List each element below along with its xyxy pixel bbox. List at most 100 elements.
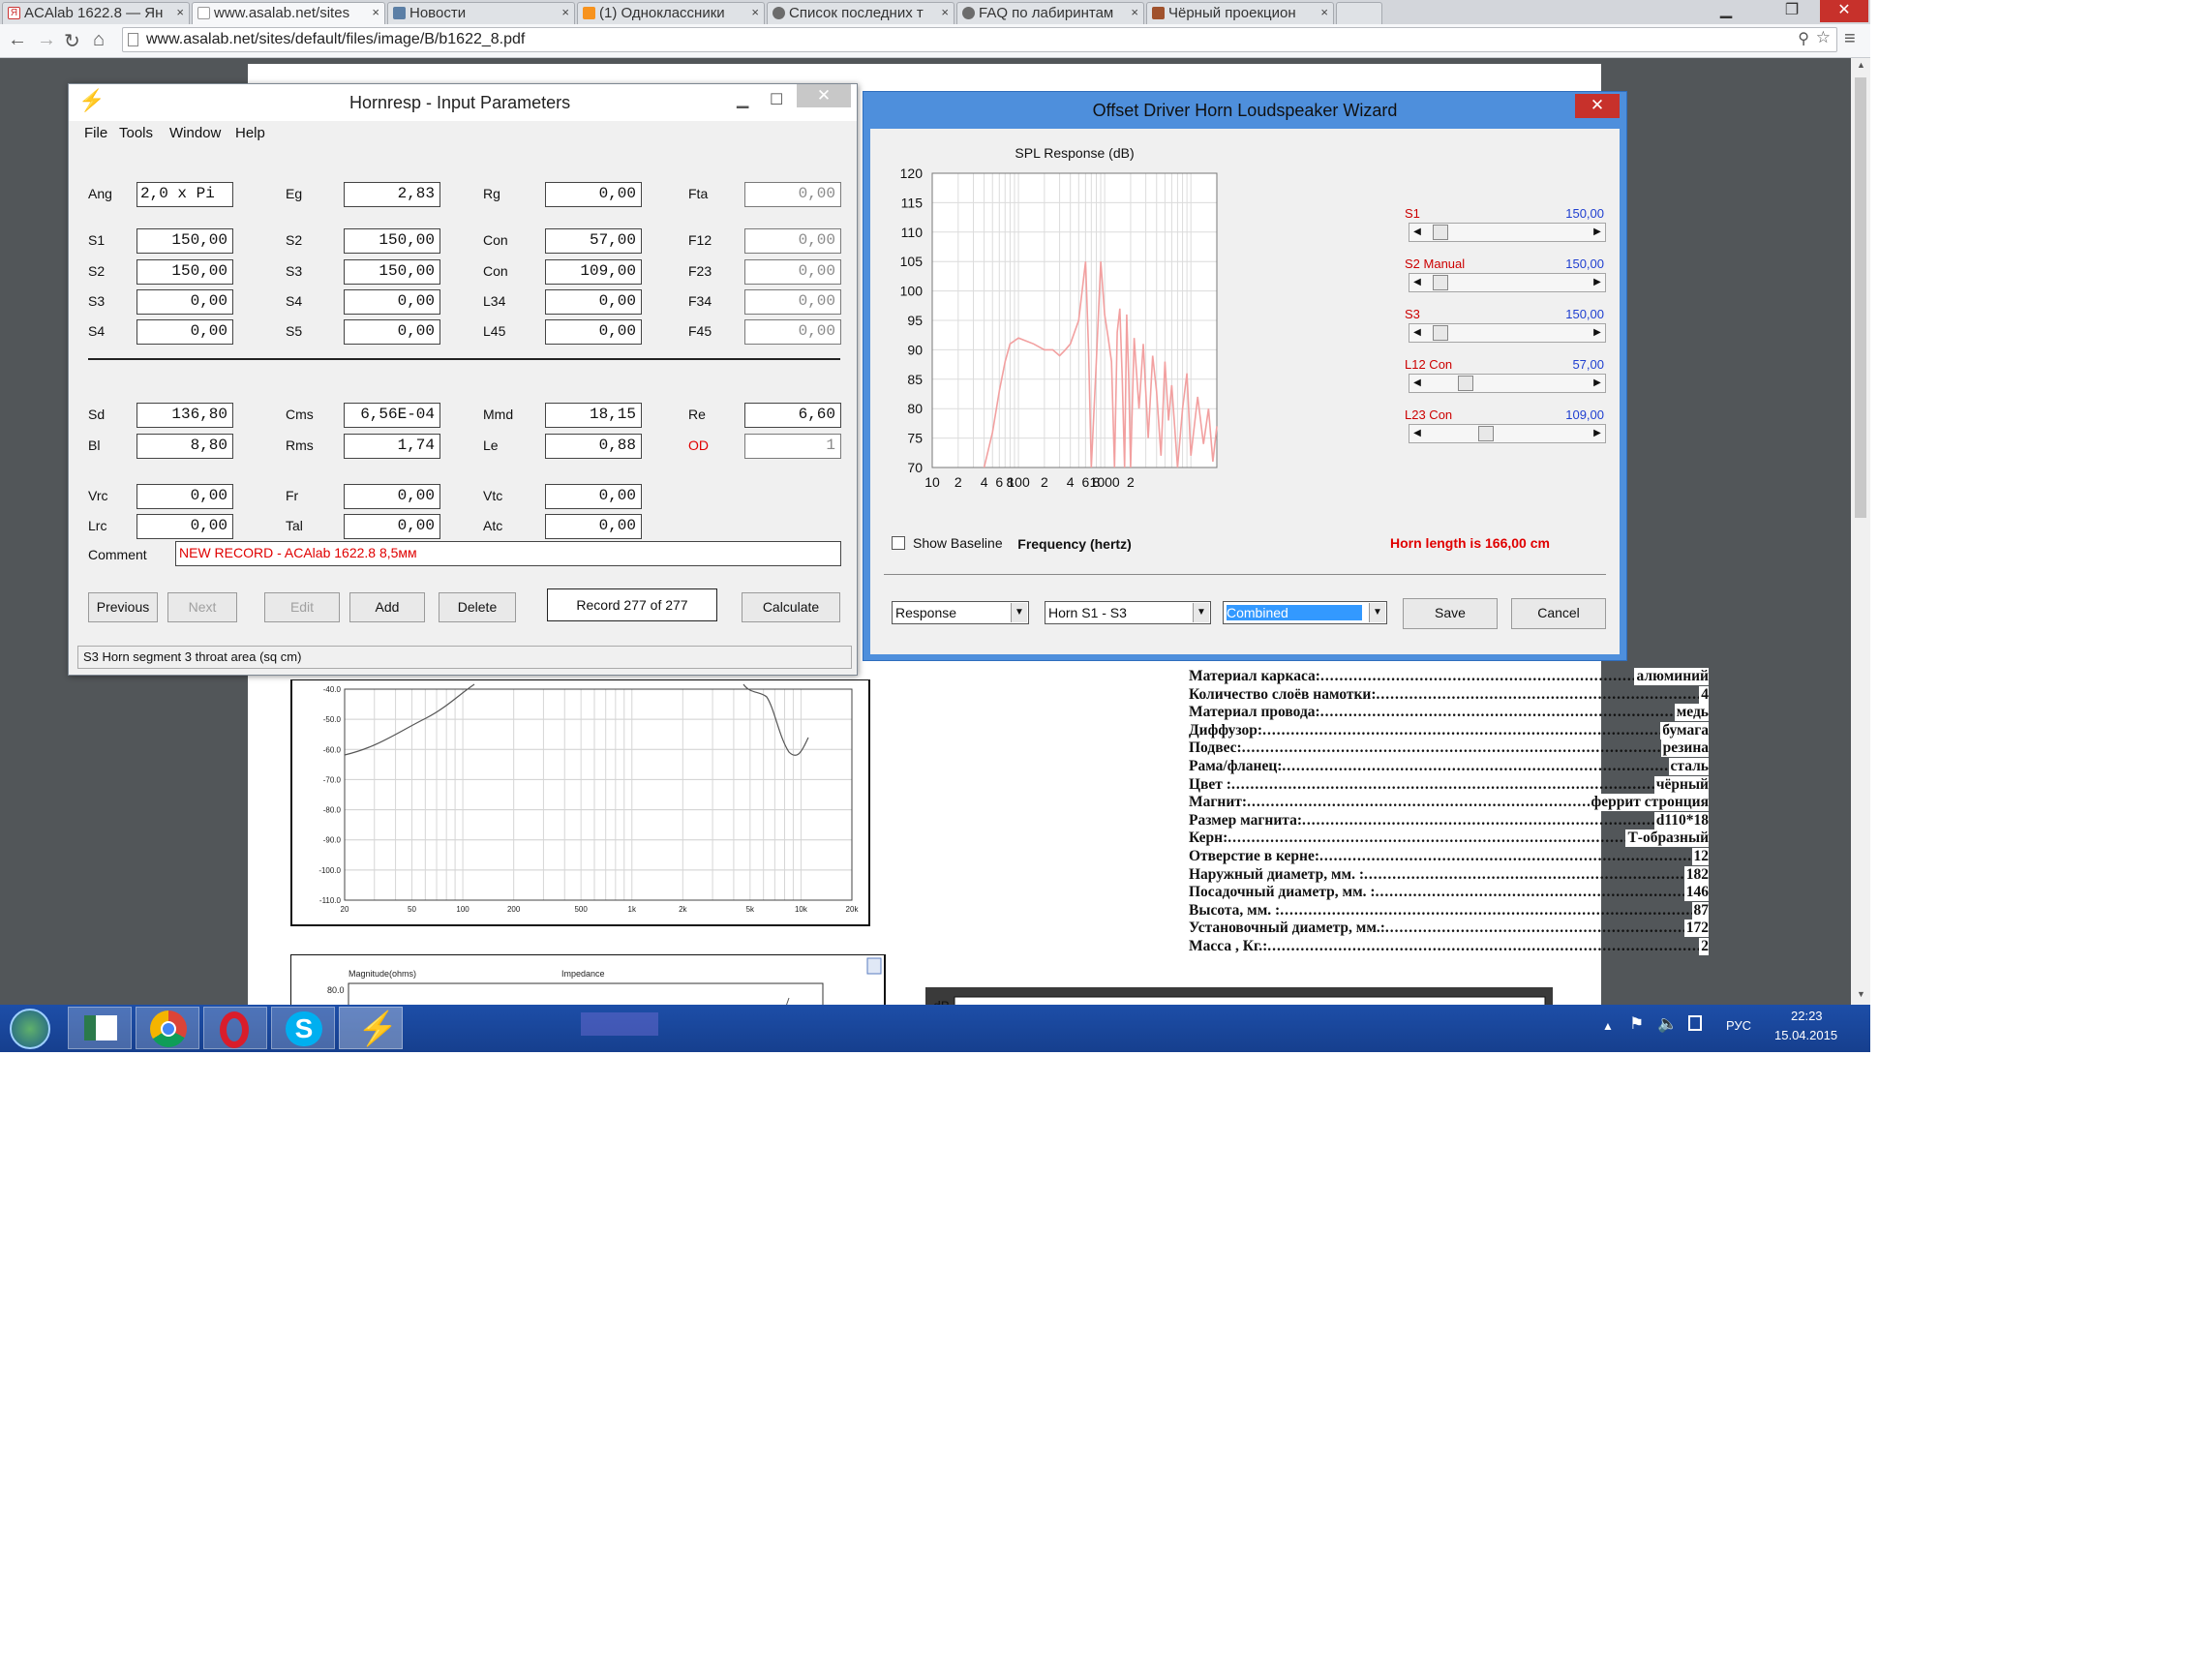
taskbar-app[interactable]	[68, 1007, 132, 1049]
parameter-slider[interactable]: ◀ ▶	[1409, 273, 1606, 292]
volume-icon[interactable]: 🔈	[1657, 1014, 1678, 1034]
param-field[interactable]: 6,60	[744, 403, 841, 428]
browser-tab[interactable]: Я ACAlab 1622.8 — Ян ×	[2, 2, 190, 24]
param-field[interactable]: 0,00	[545, 319, 642, 345]
param-field[interactable]: 0,00	[136, 289, 233, 315]
close-tab-icon[interactable]: ×	[372, 5, 379, 19]
param-field[interactable]: 2,83	[344, 182, 440, 207]
param-field[interactable]: 150,00	[136, 228, 233, 254]
parameter-slider[interactable]: ◀ ▶	[1409, 424, 1606, 443]
next-button[interactable]: Next	[167, 592, 237, 622]
browser-tab[interactable]: Новости ×	[387, 2, 575, 24]
slider-right-arrow-icon[interactable]: ▶	[1590, 224, 1605, 241]
param-field[interactable]: 0,00	[344, 319, 440, 345]
menu-icon[interactable]: ≡	[1844, 28, 1856, 50]
dropdown-arrow-icon[interactable]: ▼	[1193, 603, 1209, 622]
clock-date[interactable]: 15.04.2015	[1774, 1028, 1837, 1042]
save-button[interactable]: Save	[1403, 598, 1498, 629]
view-select[interactable]: Response ▼	[892, 601, 1029, 624]
close-tab-icon[interactable]: ×	[561, 5, 569, 19]
dropdown-arrow-icon[interactable]: ▼	[1011, 603, 1027, 622]
horn-select[interactable]: Horn S1 - S3 ▼	[1045, 601, 1211, 624]
close-icon[interactable]: ✕	[1575, 94, 1620, 118]
parameter-slider[interactable]: ◀ ▶	[1409, 374, 1606, 393]
hornresp-title-bar[interactable]: ⚡ Hornresp - Input Parameters ▁ ☐ ✕	[69, 84, 857, 121]
clock-time[interactable]: 22:23	[1791, 1009, 1823, 1023]
param-field[interactable]: 0,00	[744, 182, 841, 207]
edit-button[interactable]: Edit	[264, 592, 340, 622]
close-tab-icon[interactable]: ×	[1320, 5, 1328, 19]
parameter-slider[interactable]: ◀ ▶	[1409, 223, 1606, 242]
minimize-icon[interactable]: ▁	[1712, 0, 1741, 22]
slider-left-arrow-icon[interactable]: ◀	[1409, 224, 1425, 241]
restore-icon[interactable]: ❐	[1777, 0, 1806, 22]
param-field[interactable]: 0,00	[545, 484, 642, 509]
param-field[interactable]: 0,00	[344, 289, 440, 315]
reload-icon[interactable]: ↻	[64, 29, 80, 53]
param-field[interactable]: 0,00	[744, 259, 841, 285]
param-field[interactable]: 109,00	[545, 259, 642, 285]
parameter-slider[interactable]: ◀ ▶	[1409, 323, 1606, 343]
dropdown-arrow-icon[interactable]: ▼	[1369, 603, 1385, 622]
network-icon[interactable]	[1688, 1015, 1702, 1031]
browser-tab[interactable]: FAQ по лабиринтам ×	[956, 2, 1144, 24]
param-field[interactable]: 1,74	[344, 434, 440, 459]
wizard-title[interactable]: Offset Driver Horn Loudspeaker Wizard	[864, 92, 1626, 129]
menu-tools[interactable]: Tools	[119, 125, 153, 141]
param-field[interactable]: 0,00	[545, 182, 642, 207]
param-field[interactable]: 0,00	[744, 319, 841, 345]
calculate-button[interactable]: Calculate	[742, 592, 840, 622]
param-field[interactable]: 6,56E-04	[344, 403, 440, 428]
menu-window[interactable]: Window	[169, 125, 221, 141]
forward-arrow-icon[interactable]: →	[37, 29, 56, 51]
close-tab-icon[interactable]: ×	[176, 5, 184, 19]
slider-right-arrow-icon[interactable]: ▶	[1590, 324, 1605, 342]
show-baseline-checkbox[interactable]	[892, 536, 905, 550]
vertical-scrollbar[interactable]: ▲ ▼	[1851, 58, 1870, 1005]
param-field[interactable]: 0,00	[744, 228, 841, 254]
scrollbar-thumb[interactable]	[1855, 77, 1866, 518]
param-field[interactable]: 150,00	[344, 259, 440, 285]
menu-file[interactable]: File	[84, 125, 107, 141]
param-field[interactable]: 0,00	[545, 289, 642, 315]
cancel-button[interactable]: Cancel	[1511, 598, 1606, 629]
slider-thumb[interactable]	[1457, 376, 1473, 391]
taskbar-app[interactable]	[136, 1007, 199, 1049]
param-field[interactable]: 0,88	[545, 434, 642, 459]
param-field[interactable]: 0,00	[744, 289, 841, 315]
minimize-icon[interactable]: ▁	[737, 90, 748, 109]
scroll-up-icon[interactable]: ▲	[1857, 60, 1865, 70]
param-field[interactable]: 0,00	[136, 514, 233, 539]
scroll-down-icon[interactable]: ▼	[1857, 989, 1865, 999]
slider-right-arrow-icon[interactable]: ▶	[1590, 425, 1605, 442]
param-field[interactable]: 0,00	[344, 484, 440, 509]
slider-left-arrow-icon[interactable]: ◀	[1409, 274, 1425, 291]
param-field[interactable]: 8,80	[136, 434, 233, 459]
slider-thumb[interactable]	[1432, 225, 1448, 240]
slider-left-arrow-icon[interactable]: ◀	[1409, 375, 1425, 392]
param-field[interactable]: 1	[744, 434, 841, 459]
comment-field[interactable]: NEW RECORD - ACAlab 1622.8 8,5мм	[175, 541, 841, 566]
delete-button[interactable]: Delete	[439, 592, 516, 622]
scroll-marker-icon[interactable]	[866, 957, 882, 975]
slider-thumb[interactable]	[1432, 325, 1448, 341]
browser-tab[interactable]: Список последних т ×	[767, 2, 954, 24]
start-button-icon[interactable]	[10, 1009, 50, 1049]
slider-right-arrow-icon[interactable]: ▶	[1590, 274, 1605, 291]
home-icon[interactable]: ⌂	[93, 29, 105, 51]
close-tab-icon[interactable]: ×	[941, 5, 949, 19]
param-field[interactable]: 0,00	[344, 514, 440, 539]
previous-button[interactable]: Previous	[88, 592, 158, 622]
mode-select[interactable]: Combined ▼	[1223, 601, 1387, 624]
param-field[interactable]: 136,80	[136, 403, 233, 428]
slider-thumb[interactable]	[1432, 275, 1448, 290]
back-arrow-icon[interactable]: ←	[8, 29, 27, 51]
address-bar[interactable]: www.asalab.net/sites/default/files/image…	[122, 27, 1837, 52]
slider-left-arrow-icon[interactable]: ◀	[1409, 324, 1425, 342]
param-field[interactable]: 18,15	[545, 403, 642, 428]
taskbar-app[interactable]	[203, 1007, 267, 1049]
zoom-icon[interactable]: ⚲	[1798, 29, 1809, 48]
add-button[interactable]: Add	[349, 592, 425, 622]
param-field[interactable]: 57,00	[545, 228, 642, 254]
taskbar-app[interactable]: ⚡	[339, 1007, 403, 1049]
